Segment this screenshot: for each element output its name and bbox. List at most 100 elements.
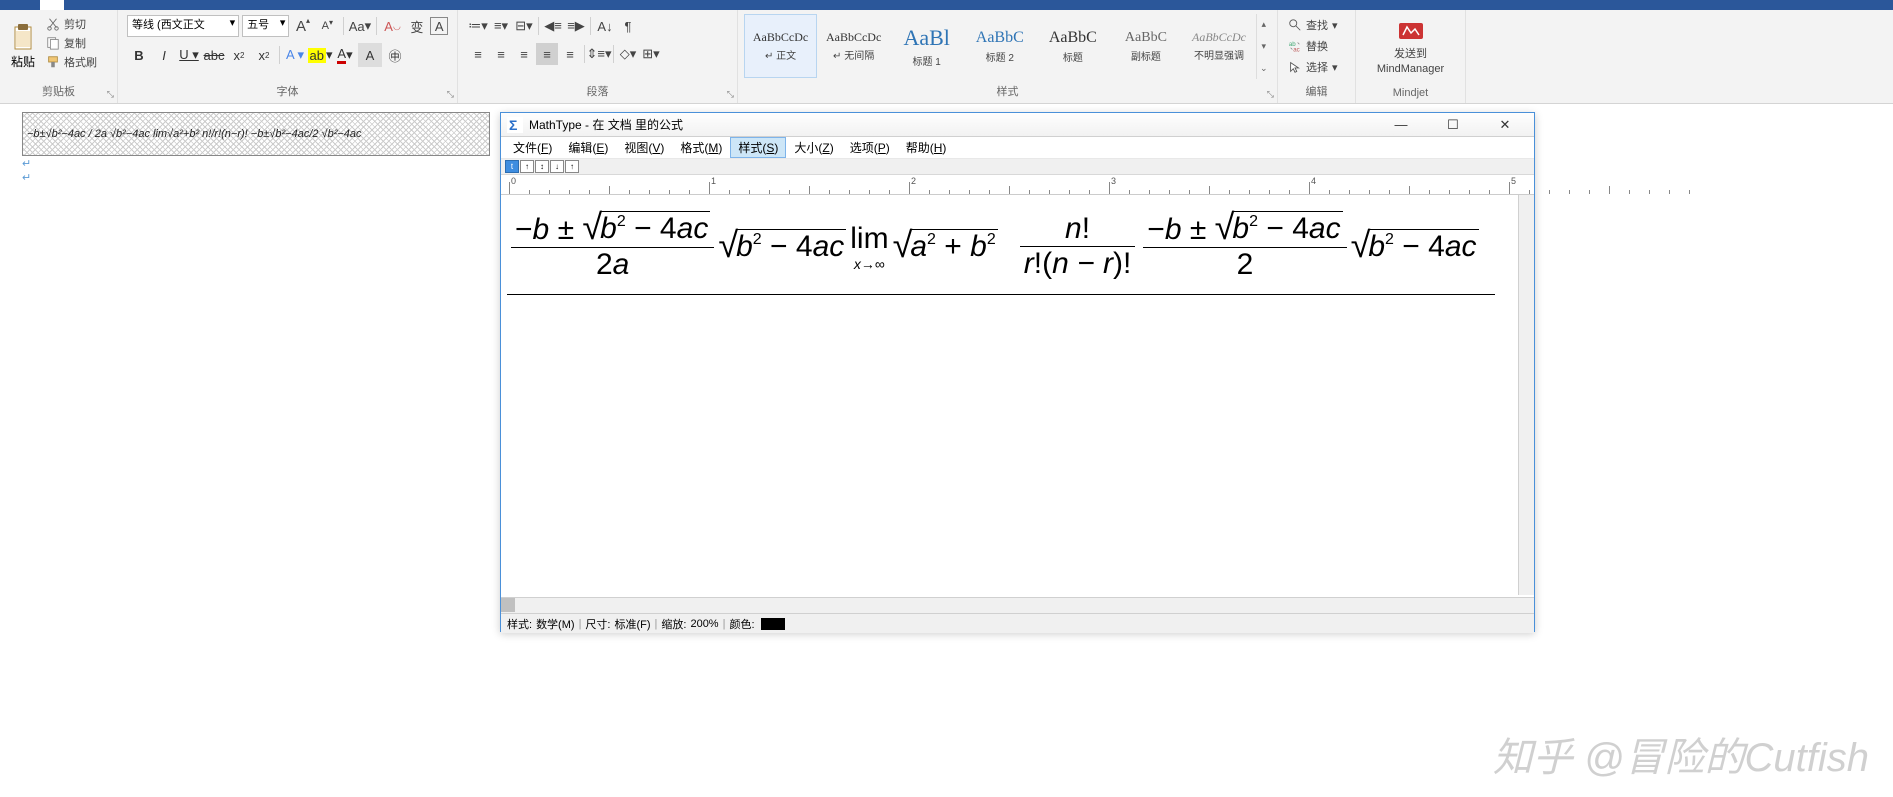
phonetic-button[interactable]: 变 <box>406 15 427 37</box>
align-right-button[interactable]: ≡ <box>513 43 535 65</box>
mathtype-statusbar: 样式: 数学(M) | 尺寸: 标准(F) | 缩放: 200% | 颜色: <box>501 613 1534 633</box>
ruler-mark: 2 <box>911 176 916 186</box>
mt-menu-大小[interactable]: 大小(Z) <box>786 137 841 158</box>
style-item-1[interactable]: AaBbCcDc↵ 无间隔 <box>817 14 890 78</box>
horizontal-scrollbar[interactable] <box>501 597 1534 613</box>
italic-button[interactable]: I <box>152 43 176 67</box>
qat-marker <box>40 0 64 10</box>
select-button[interactable]: 选择 ▾ <box>1286 57 1347 77</box>
multilevel-button[interactable]: ⊟▾ <box>513 15 535 37</box>
equation-content[interactable]: −b ± √b2 − 4ac 2a √b2 − 4ac lim x→∞ √a2 … <box>507 211 1495 295</box>
shading-button[interactable]: ◇▾ <box>617 43 639 65</box>
styles-launcher-icon[interactable]: ⤡ <box>1267 89 1274 100</box>
status-style-label: 样式: <box>507 616 532 632</box>
change-case-button[interactable]: Aa ▾ <box>349 15 371 37</box>
font-color-button[interactable]: A▾ <box>333 43 357 67</box>
show-marks-button[interactable]: ¶ <box>617 15 639 37</box>
font-launcher-icon[interactable]: ⤡ <box>447 89 454 100</box>
indent-dec-button[interactable]: ◀≡ <box>542 15 564 37</box>
style-item-0[interactable]: AaBbCcDc↵ 正文 <box>744 14 817 78</box>
mathtype-titlebar[interactable]: Σ MathType - 在 文档 里的公式 — ☐ ✕ <box>501 113 1534 137</box>
status-size-value[interactable]: 标准(F) <box>614 616 650 632</box>
superscript-button[interactable]: x2 <box>252 43 276 67</box>
watermark: 知乎 @冒险的Cutfish <box>1493 725 1869 783</box>
mt-menu-选项[interactable]: 选项(P) <box>842 137 898 158</box>
borders-button[interactable]: ⊞▾ <box>640 43 662 65</box>
grow-font-button[interactable]: A▴ <box>292 15 313 37</box>
mathtype-app-icon: Σ <box>507 117 523 133</box>
status-zoom-value[interactable]: 200% <box>690 618 718 630</box>
line-spacing-button[interactable]: ⇕≡▾ <box>588 43 610 65</box>
distribute-button[interactable]: ≡ <box>559 43 581 65</box>
toolbar-align-button[interactable]: ↓ <box>550 160 564 173</box>
mt-menu-帮助[interactable]: 帮助(H) <box>898 137 955 158</box>
mt-menu-样式[interactable]: 样式(S) <box>730 137 786 158</box>
close-button[interactable]: ✕ <box>1482 114 1528 136</box>
paragraph-mark-icon: ↵ <box>22 158 31 170</box>
font-size-select[interactable]: 五号▾ <box>242 15 289 37</box>
copy-button[interactable]: 复制 <box>44 34 99 52</box>
mathtype-ruler[interactable]: 012345 <box>501 175 1534 195</box>
paste-button[interactable]: 粘贴 <box>4 12 42 81</box>
mt-menu-格式[interactable]: 格式(M) <box>672 137 730 158</box>
scrollbar-thumb[interactable] <box>501 598 515 612</box>
group-label-font: 字体 <box>122 81 453 101</box>
font-name-select[interactable]: 等线 (西文正文▾ <box>127 15 239 37</box>
mt-menu-文件[interactable]: 文件(F) <box>505 137 560 158</box>
toolbar-align-button[interactable]: ↑ <box>565 160 579 173</box>
bullets-button[interactable]: ≔▾ <box>467 15 489 37</box>
bold-button[interactable]: B <box>127 43 151 67</box>
text-effects-button[interactable]: A ▾ <box>283 43 307 67</box>
send-to-mindmanager-button[interactable]: 发送到 MindManager <box>1360 12 1461 82</box>
minimize-button[interactable]: — <box>1378 114 1424 136</box>
replace-button[interactable]: abac替换 <box>1286 36 1347 56</box>
style-item-5[interactable]: AaBbC副标题 <box>1109 14 1182 78</box>
highlight-button[interactable]: ab▾ <box>308 43 332 67</box>
status-color-label: 颜色: <box>729 616 754 632</box>
subscript-button[interactable]: x2 <box>227 43 251 67</box>
toolbar-tabstop-button[interactable]: t <box>505 160 519 173</box>
group-label-clipboard: 剪贴板 <box>4 81 113 101</box>
selected-equation-object[interactable]: −b±√b²−4ac / 2a √b²−4ac lim√a²+b² n!/r!(… <box>22 112 490 156</box>
status-color-swatch[interactable] <box>761 618 785 630</box>
mathtype-canvas[interactable]: −b ± √b2 − 4ac 2a √b2 − 4ac lim x→∞ √a2 … <box>501 195 1534 597</box>
group-label-mindjet: Mindjet <box>1360 85 1461 101</box>
shrink-font-button[interactable]: A▾ <box>317 15 338 37</box>
toolbar-align-button[interactable]: ↑ <box>520 160 534 173</box>
ruler-mark: 1 <box>711 176 716 186</box>
group-label-editing: 编辑 <box>1282 81 1351 101</box>
align-center-button[interactable]: ≡ <box>490 43 512 65</box>
sort-button[interactable]: A↓ <box>594 15 616 37</box>
paragraph-launcher-icon[interactable]: ⤡ <box>727 89 734 100</box>
style-item-6[interactable]: AaBbCcDc不明显强调 <box>1182 14 1255 78</box>
status-style-value[interactable]: 数学(M) <box>536 616 575 632</box>
char-border-button[interactable]: A <box>430 17 448 35</box>
underline-button[interactable]: U ▾ <box>177 43 201 67</box>
char-shading-button[interactable]: A <box>358 43 382 67</box>
justify-button[interactable]: ≡ <box>536 43 558 65</box>
enclose-button[interactable]: ㊥ <box>383 43 407 67</box>
align-left-button[interactable]: ≡ <box>467 43 489 65</box>
style-item-4[interactable]: AaBbC标题 <box>1036 14 1109 78</box>
group-clipboard: 粘贴 剪切 复制 格式刷 剪贴板 ⤡ <box>0 10 118 103</box>
format-painter-button[interactable]: 格式刷 <box>44 53 99 71</box>
strike-button[interactable]: abc <box>202 43 226 67</box>
toolbar-align-button[interactable]: ↕ <box>535 160 549 173</box>
maximize-button[interactable]: ☐ <box>1430 114 1476 136</box>
indent-inc-button[interactable]: ≡▶ <box>565 15 587 37</box>
clipboard-launcher-icon[interactable]: ⤡ <box>107 89 114 100</box>
find-button[interactable]: 查找 ▾ <box>1286 15 1347 35</box>
clear-format-button[interactable]: A◡ <box>382 15 403 37</box>
ruler-mark: 5 <box>1511 176 1516 186</box>
cut-button[interactable]: 剪切 <box>44 15 99 33</box>
numbering-button[interactable]: ≡▾ <box>490 15 512 37</box>
vertical-scrollbar[interactable] <box>1518 195 1534 595</box>
svg-text:ac: ac <box>1293 46 1299 53</box>
mt-menu-编辑[interactable]: 编辑(E) <box>560 137 616 158</box>
group-paragraph: ≔▾ ≡▾ ⊟▾ ◀≡ ≡▶ A↓ ¶ ≡ ≡ ≡ ≡ ≡ ⇕≡▾ ◇▾ ⊞▾ … <box>458 10 738 103</box>
style-item-3[interactable]: AaBbC标题 2 <box>963 14 1036 78</box>
style-item-2[interactable]: AaBl标题 1 <box>890 14 963 78</box>
group-mindjet: 发送到 MindManager Mindjet <box>1356 10 1466 103</box>
styles-scroll[interactable]: ▴▾⌄ <box>1256 14 1271 79</box>
mt-menu-视图[interactable]: 视图(V) <box>616 137 672 158</box>
